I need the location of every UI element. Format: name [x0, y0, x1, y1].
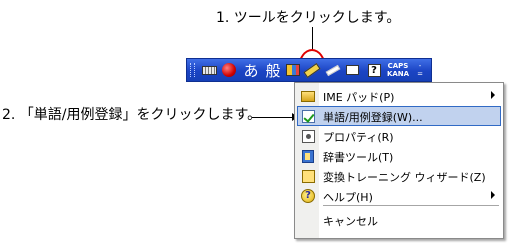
help-icon: ? [301, 189, 315, 203]
step1-annotation: 1. ツールをクリックします。 [216, 10, 401, 26]
menu-item-label: 単語/用例登録(W)... [323, 111, 423, 124]
step1-leader-line [312, 27, 313, 51]
step2-arrow-line [252, 117, 294, 118]
menu-item-label: プロパティ(R) [323, 131, 394, 144]
ime-button[interactable] [220, 61, 238, 79]
word-register-icon [301, 109, 315, 123]
handwriting-icon [325, 64, 341, 76]
minimize-icon[interactable]: - [419, 62, 422, 70]
capture-icon [345, 65, 359, 75]
keyboard-button[interactable] [201, 61, 217, 79]
caps-label: CAPS [387, 62, 409, 70]
capture-button[interactable] [344, 61, 360, 79]
keyboard-icon [201, 65, 217, 75]
help-button[interactable]: ? [366, 61, 382, 79]
help-icon: ? [367, 63, 381, 77]
language-bar: あ 般 ? CAPS KANA - = [186, 58, 432, 82]
handwriting-button[interactable] [325, 61, 341, 79]
submenu-arrow-icon [491, 191, 495, 199]
ime-pad-icon [301, 90, 315, 102]
caps-kana-indicator: CAPS KANA [385, 61, 411, 79]
conversion-mode-button[interactable]: 般 [263, 61, 283, 80]
menu-item-training-wizard[interactable]: 変換トレーニング ウィザード(Z) [297, 166, 501, 186]
input-mode-button[interactable]: あ [241, 61, 261, 80]
kana-label: KANA [386, 70, 410, 78]
menu-item-word-register[interactable]: 単語/用例登録(W)... [297, 106, 501, 126]
ime-ball-icon [222, 63, 236, 77]
dictionary-tool-icon [302, 149, 314, 163]
menu-item-label: IME パッド(P) [323, 91, 395, 104]
options-icon[interactable]: = [417, 70, 423, 78]
menu-item-label: キャンセル [323, 215, 378, 228]
ime-pad-icon [303, 62, 321, 78]
menu-item-label: ヘルプ(H) [323, 191, 373, 204]
menu-item-label: 辞書ツール(T) [323, 151, 394, 164]
menu-item-dictionary-tool[interactable]: 辞書ツール(T) [297, 146, 501, 166]
ime-pad-button[interactable] [303, 61, 321, 79]
tools-menu: IME パッド(P) 単語/用例登録(W)... プロパティ(R) 辞書ツール(… [294, 82, 504, 239]
menu-item-ime-pad[interactable]: IME パッド(P) [297, 86, 501, 106]
tools-button[interactable] [284, 61, 302, 79]
step2-annotation: 2. 「単語/用例登録」をクリックします。 [2, 107, 262, 123]
menu-item-label: 変換トレーニング ウィザード(Z) [323, 171, 486, 184]
tools-icon [286, 64, 300, 76]
properties-icon [301, 129, 315, 143]
menu-item-properties[interactable]: プロパティ(R) [297, 126, 501, 146]
bar-options[interactable]: - = [415, 61, 425, 79]
menu-item-help[interactable]: ? ヘルプ(H) [297, 186, 501, 206]
training-wizard-icon [301, 169, 315, 183]
menu-item-cancel[interactable]: キャンセル [297, 210, 501, 230]
submenu-arrow-icon [491, 91, 495, 99]
grip-handle[interactable] [190, 63, 195, 77]
menu-separator [323, 205, 499, 206]
